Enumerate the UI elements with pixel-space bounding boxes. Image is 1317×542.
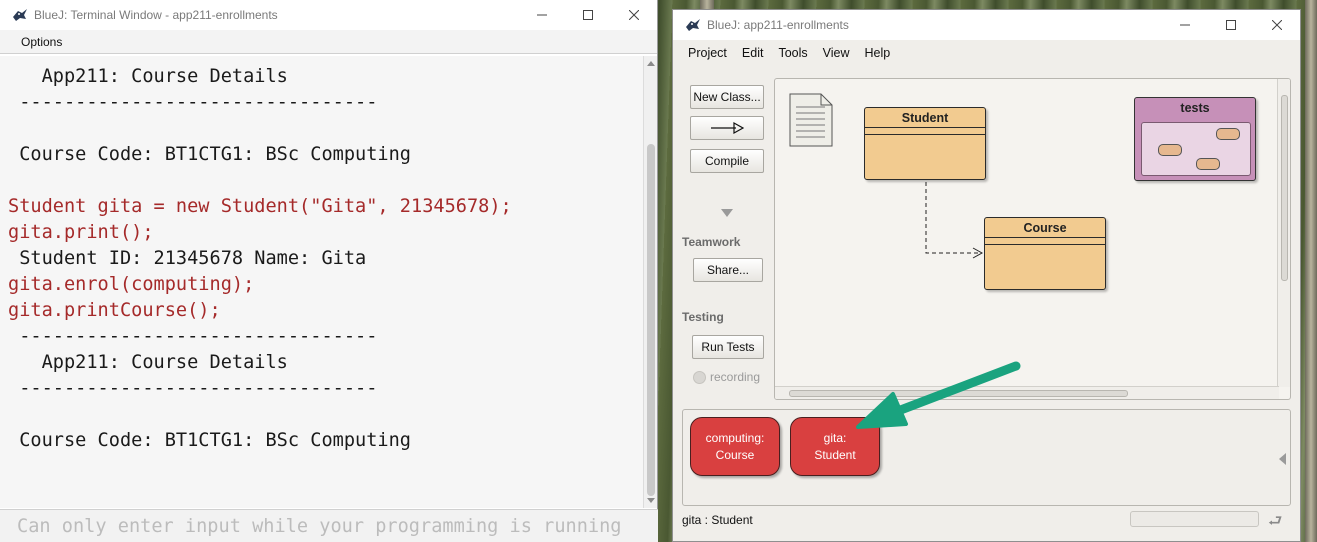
bluej-title: BlueJ: app211-enrollments (707, 18, 849, 32)
menu-options[interactable]: Options (10, 35, 74, 49)
terminal-command-line: gita.printCourse(); (8, 300, 221, 321)
package-tests-name: tests (1180, 101, 1210, 115)
recording-indicator-icon (693, 371, 706, 384)
undo-icon[interactable]: ⮐ (1268, 510, 1282, 537)
minimize-icon (1180, 24, 1190, 26)
recording-label: recording (710, 370, 761, 384)
class-diagram[interactable]: Student Course tests (774, 78, 1291, 400)
menu-help[interactable]: Help (857, 46, 898, 60)
terminal-output-line: Course Code: BT1CTG1: BSc Computing (8, 144, 411, 165)
terminal-window: BlueJ: Terminal Window - app211-enrollme… (0, 0, 658, 542)
bluej-bird-icon (686, 19, 700, 31)
maximize-button[interactable] (565, 0, 611, 30)
menu-tools[interactable]: Tools (770, 46, 814, 60)
terminal-command-line: gita.print(); (8, 222, 154, 243)
minimize-icon (537, 14, 547, 16)
progress-bar (1130, 511, 1259, 527)
menu-project[interactable]: Project (680, 46, 734, 60)
object-gita[interactable]: gita: Student (790, 417, 880, 476)
status-text: gita : Student (682, 513, 753, 527)
scroll-thumb[interactable] (647, 144, 655, 496)
minimize-button[interactable] (1162, 10, 1208, 40)
new-class-button[interactable]: New Class... (690, 85, 764, 109)
terminal-output-line: -------------------------------- (8, 92, 378, 113)
scroll-thumb[interactable] (1281, 95, 1288, 281)
bluej-titlebar: BlueJ: app211-enrollments (673, 10, 1300, 40)
bluej-window: BlueJ: app211-enrollments Project Edit T… (672, 9, 1301, 542)
menu-view[interactable]: View (815, 46, 857, 60)
scroll-thumb[interactable] (789, 390, 1128, 397)
object-computing-name: computing: (705, 430, 765, 445)
bench-scroll-left-icon[interactable] (1279, 453, 1286, 465)
bluej-menubar: Project Edit Tools View Help (673, 40, 1300, 66)
terminal-command-line: gita.enrol(computing); (8, 274, 255, 295)
class-course[interactable]: Course (984, 217, 1106, 290)
teamwork-label: Teamwork (682, 235, 741, 249)
diagram-horizontal-scrollbar[interactable] (775, 386, 1279, 399)
arrow-right-icon (711, 122, 744, 134)
object-computing-type: Course (715, 447, 755, 462)
scroll-up-icon[interactable] (647, 61, 655, 66)
class-course-name: Course (985, 218, 1105, 238)
terminal-output-line: -------------------------------- (8, 326, 378, 347)
run-tests-button[interactable]: Run Tests (692, 335, 764, 359)
bluej-bird-icon (13, 9, 27, 21)
class-student-name: Student (865, 108, 985, 128)
minimize-button[interactable] (519, 0, 565, 30)
terminal-output-line: App211: Course Details (8, 352, 288, 373)
close-button[interactable] (1254, 10, 1300, 40)
object-gita-type: Student (814, 447, 856, 462)
class-student[interactable]: Student (864, 107, 986, 180)
share-button[interactable]: Share... (693, 258, 763, 282)
close-icon (1272, 20, 1282, 30)
terminal-output-line: Student ID: 21345678 Name: Gita (8, 248, 367, 269)
terminal-command-line: Student gita = new Student("Gita", 21345… (8, 196, 512, 217)
maximize-icon (583, 10, 593, 20)
terminal-output-line: App211: Course Details (8, 66, 288, 87)
maximize-icon (1226, 20, 1236, 30)
close-icon (629, 10, 639, 20)
terminal-output-line: Course Code: BT1CTG1: BSc Computing (8, 430, 411, 451)
terminal-input[interactable]: Can only enter input while your programm… (0, 509, 658, 542)
maximize-button[interactable] (1208, 10, 1254, 40)
collapse-triangle-icon[interactable] (721, 209, 733, 217)
terminal-title: BlueJ: Terminal Window - app211-enrollme… (34, 8, 278, 22)
diagram-vertical-scrollbar[interactable] (1277, 79, 1290, 387)
package-preview (1141, 122, 1251, 176)
close-button[interactable] (611, 0, 657, 30)
menu-edit[interactable]: Edit (734, 46, 771, 60)
terminal-menubar: Options (0, 30, 657, 54)
bluej-sidebar: New Class... Compile Teamwork Share... T… (673, 68, 773, 468)
package-tests[interactable]: tests (1134, 97, 1256, 181)
testing-label: Testing (682, 310, 724, 324)
object-gita-name: gita: (823, 430, 847, 445)
terminal-titlebar: BlueJ: Terminal Window - app211-enrollme… (0, 0, 657, 30)
compile-button[interactable]: Compile (690, 149, 764, 173)
terminal-scrollbar[interactable] (643, 56, 657, 508)
terminal-output: App211: Course Details -----------------… (0, 56, 643, 508)
scroll-down-icon[interactable] (647, 498, 655, 503)
object-bench: computing: Course gita: Student (682, 409, 1291, 506)
status-bar: gita : Student ⮐ (673, 510, 1300, 541)
new-arrow-button[interactable] (690, 116, 764, 140)
terminal-output-line: -------------------------------- (8, 378, 378, 399)
object-computing[interactable]: computing: Course (690, 417, 780, 476)
